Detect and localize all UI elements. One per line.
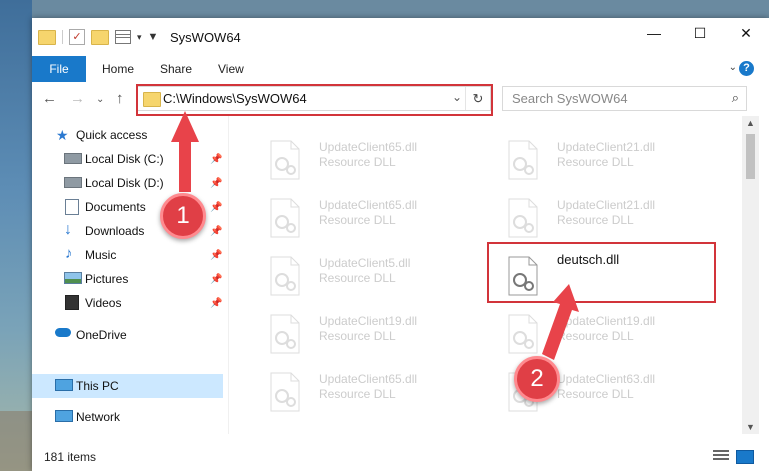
arrow-up-to-address [171,111,199,192]
step-2-badge: 2 [514,356,560,402]
arrow-to-file [542,284,579,360]
step-1-badge: 1 [160,193,206,239]
annotation-arrows [171,111,579,360]
